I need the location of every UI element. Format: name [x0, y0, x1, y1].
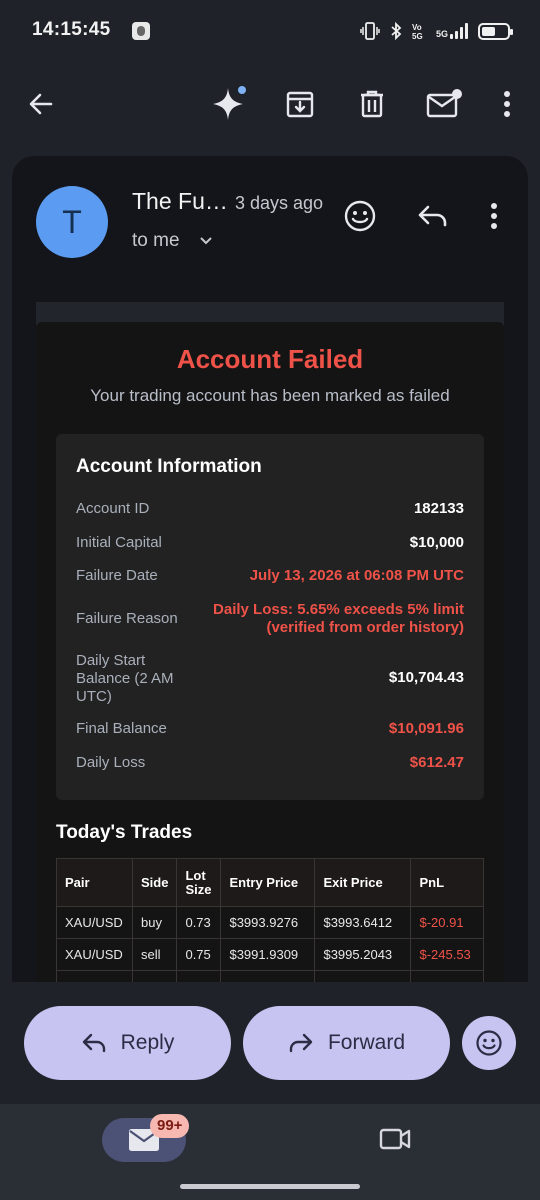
alert-title: Account Failed — [176, 344, 364, 374]
reply-button[interactable]: Reply — [24, 1006, 231, 1080]
trades-table: Pair Side Lot Size Entry Price Exit Price… — [56, 858, 484, 986]
chevron-down-icon[interactable] — [198, 232, 214, 248]
forward-label: Forward — [327, 1031, 406, 1054]
reply-header-button[interactable] — [412, 196, 452, 236]
table-cell: 0.73 — [176, 906, 222, 939]
bottom-navigation: 99+ — [0, 1104, 540, 1200]
info-value: 182133 — [413, 500, 464, 517]
reply-label: Reply — [120, 1031, 175, 1054]
table-header: PnL — [410, 858, 484, 907]
react-emoji-button[interactable] — [462, 1016, 516, 1070]
table-cell: sell — [131, 938, 178, 971]
sparkle-icon — [213, 86, 246, 120]
table-header: Pair — [56, 858, 133, 907]
sender-avatar[interactable]: T — [36, 186, 108, 258]
table-row: XAU/USD buy 0.73 $3993.9276 $3993.6412 $… — [56, 906, 484, 939]
table-cell: $-245.53 — [410, 938, 484, 971]
info-label: Failure Date — [76, 567, 158, 584]
table-header: Entry Price — [220, 858, 316, 907]
info-value: $10,704.43 — [388, 669, 464, 686]
reply-icon — [418, 205, 447, 227]
gemini-button[interactable] — [206, 82, 250, 126]
more-vertical-icon — [504, 91, 510, 117]
video-camera-icon — [379, 1128, 411, 1150]
info-label: Daily Loss — [76, 754, 146, 771]
delete-icon — [361, 90, 383, 118]
delete-button[interactable] — [350, 82, 394, 126]
notification-app-icon — [132, 22, 150, 40]
status-icons: Vo 5G 5G — [360, 20, 513, 42]
info-label: UTC) — [76, 688, 112, 705]
info-label: Account ID — [76, 500, 150, 517]
table-cell: $3993.6412 — [314, 906, 412, 939]
info-label: Daily Start — [76, 652, 146, 669]
table-row: XAU/USD sell 0.75 $3991.9309 $3995.2043 … — [56, 938, 484, 971]
svg-text:5G: 5G — [412, 32, 423, 40]
table-cell: buy — [131, 906, 178, 939]
email-more-button[interactable] — [474, 196, 514, 236]
table-cell: $3991.9309 — [220, 938, 316, 971]
mail-body: Account Failed Your trading account has … — [36, 322, 504, 986]
more-vertical-icon — [491, 203, 497, 229]
vibrate-icon — [360, 22, 380, 40]
table-header: Side — [131, 858, 178, 907]
info-value: $612.47 — [409, 754, 464, 771]
archive-icon — [286, 91, 314, 118]
emoji-icon — [476, 1030, 502, 1056]
emoji-icon — [344, 200, 376, 232]
mark-unread-button[interactable] — [422, 82, 466, 126]
table-cell: $3995.2043 — [314, 938, 412, 971]
network-type: 5G — [435, 29, 448, 39]
info-value: (verified from order history) — [266, 619, 464, 636]
info-value: July 13, 2026 at 06:08 PM UTC — [249, 567, 464, 584]
forward-icon — [289, 1033, 313, 1053]
alert-subtitle: Your trading account has been marked as … — [90, 386, 450, 405]
trades-heading: Today's Trades — [56, 822, 193, 843]
info-label: Balance (2 AM — [76, 670, 174, 687]
svg-text:Vo: Vo — [412, 23, 422, 32]
email-time: 3 days ago — [235, 193, 324, 213]
reply-actions-bar: Reply Forward — [0, 982, 540, 1104]
battery-icon — [478, 22, 513, 40]
table-cell: 0.75 — [176, 938, 222, 971]
status-time: 14:15:45 — [32, 19, 111, 40]
account-info-box: Account Information Account ID 182133 In… — [56, 434, 484, 800]
react-button[interactable] — [340, 196, 380, 236]
status-bar: 14:15:45 Vo 5G 5G — [0, 0, 540, 64]
email-toolbar — [0, 64, 540, 144]
email-card: T The Fu… 3 days ago to me Account Faile… — [12, 156, 528, 986]
table-header: Lot Size — [176, 858, 222, 907]
info-value: $10,091.96 — [388, 720, 464, 737]
nav-meet-tab[interactable] — [378, 1126, 412, 1157]
volte-icon: Vo5G — [412, 23, 423, 40]
signal-icon — [450, 23, 468, 39]
bluetooth-icon — [391, 22, 402, 40]
unread-count-badge: 99+ — [150, 1114, 190, 1138]
table-cell: XAU/USD — [56, 938, 133, 971]
table-cell: XAU/USD — [56, 906, 133, 939]
info-value: Daily Loss: 5.65% exceeds 5% limit — [213, 601, 464, 618]
account-info-heading: Account Information — [76, 456, 262, 477]
recipients-label[interactable]: to me — [132, 230, 180, 252]
table-cell: $-20.91 — [410, 906, 484, 939]
info-label: Initial Capital — [76, 534, 162, 551]
back-arrow-icon — [29, 93, 53, 115]
forward-button[interactable]: Forward — [243, 1006, 450, 1080]
table-header-row: Pair Side Lot Size Entry Price Exit Price… — [56, 858, 484, 907]
mark-unread-icon — [426, 89, 462, 118]
more-options-button[interactable] — [485, 82, 529, 126]
info-label: Failure Reason — [76, 610, 178, 627]
sender-name[interactable]: The Fu… — [132, 188, 228, 215]
back-button[interactable] — [19, 82, 63, 126]
table-cell: $3993.9276 — [220, 906, 316, 939]
archive-button[interactable] — [278, 82, 322, 126]
home-indicator[interactable] — [180, 1184, 360, 1189]
info-value: $10,000 — [409, 534, 464, 551]
info-label: Final Balance — [76, 720, 167, 737]
reply-icon — [82, 1033, 105, 1053]
table-header: Exit Price — [314, 858, 412, 907]
